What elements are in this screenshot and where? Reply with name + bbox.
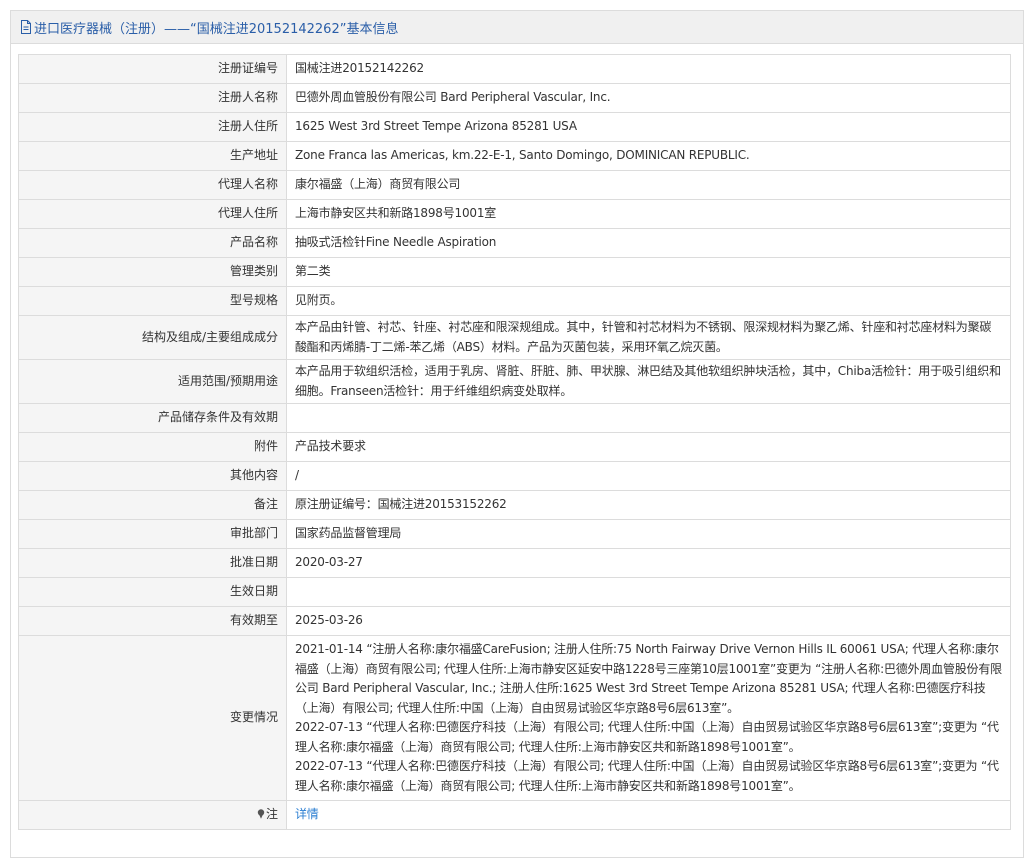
management-class-label: 管理类别 — [18, 257, 287, 287]
model-spec-value: 见附页。 — [286, 286, 1011, 316]
note-label-cell: 注 — [18, 800, 287, 830]
registration-number-label: 注册证编号 — [18, 54, 287, 84]
registrant-name-label: 注册人名称 — [18, 83, 287, 113]
table-row: 审批部门 国家药品监督管理局 — [18, 519, 1011, 549]
table-row: 生产地址 Zone Franca las Americas, km.22-E-1,… — [18, 141, 1011, 171]
table-row: 代理人名称 康尔福盛（上海）商贸有限公司 — [18, 170, 1011, 200]
approval-department-label: 审批部门 — [18, 519, 287, 549]
agent-address-value: 上海市静安区共和新路1898号1001室 — [286, 199, 1011, 229]
table-row: 型号规格 见附页。 — [18, 286, 1011, 316]
agent-name-value: 康尔福盛（上海）商贸有限公司 — [286, 170, 1011, 200]
agent-address-label: 代理人住所 — [18, 199, 287, 229]
production-address-label: 生产地址 — [18, 141, 287, 171]
other-content-label: 其他内容 — [18, 461, 287, 491]
product-name-label: 产品名称 — [18, 228, 287, 258]
change-history-value: 2021-01-14 “注册人名称:康尔福盛CareFusion; 注册人住所:… — [286, 635, 1011, 801]
change-history-entry: 2022-07-13 “代理人名称:巴德医疗科技（上海）有限公司; 代理人住所:… — [295, 720, 999, 754]
table-row: 代理人住所 上海市静安区共和新路1898号1001室 — [18, 199, 1011, 229]
change-history-entry: 2021-01-14 “注册人名称:康尔福盛CareFusion; 注册人住所:… — [295, 642, 1002, 715]
table-row: 产品储存条件及有效期 — [18, 403, 1011, 433]
expiry-date-label: 有效期至 — [18, 606, 287, 636]
model-spec-label: 型号规格 — [18, 286, 287, 316]
effective-date-value — [286, 577, 1011, 607]
remarks-value: 原注册证编号：国械注进20153152262 — [286, 490, 1011, 520]
table-row: 注 详情 — [18, 800, 1011, 830]
registrant-address-value: 1625 West 3rd Street Tempe Arizona 85281… — [286, 112, 1011, 142]
table-row: 结构及组成/主要组成成分 本产品由针管、衬芯、针座、衬芯座和限深规组成。其中，针管… — [18, 315, 1011, 360]
details-link[interactable]: 详情 — [295, 807, 319, 821]
page-title: 进口医疗器械（注册）——“国械注进20152142262”基本信息 — [34, 21, 399, 37]
note-value: 详情 — [286, 800, 1011, 830]
effective-date-label: 生效日期 — [18, 577, 287, 607]
registration-number-value: 国械注进20152142262 — [286, 54, 1011, 84]
info-table: 注册证编号 国械注进20152142262 注册人名称 巴德外周血管股份有限公司 Ba… — [18, 54, 1011, 830]
table-row: 变更情况 2021-01-14 “注册人名称:康尔福盛CareFusion; 注册… — [18, 635, 1011, 801]
approval-date-value: 2020-03-27 — [286, 548, 1011, 578]
expiry-date-value: 2025-03-26 — [286, 606, 1011, 636]
table-row: 附件 产品技术要求 — [18, 432, 1011, 462]
document-icon — [20, 20, 32, 34]
note-label: 注 — [265, 807, 278, 822]
table-row: 生效日期 — [18, 577, 1011, 607]
table-row: 产品名称 抽吸式活检针Fine Needle Aspiration — [18, 228, 1011, 258]
registration-info-panel: 进口医疗器械（注册）——“国械注进20152142262”基本信息 注册证编号国… — [10, 10, 1024, 858]
table-row: 有效期至 2025-03-26 — [18, 606, 1011, 636]
structure-composition-value: 本产品由针管、衬芯、针座、衬芯座和限深规组成。其中，针管和衬芯材料为不锈钢、限深… — [286, 315, 1011, 360]
table-row: 备注 原注册证编号：国械注进20153152262 — [18, 490, 1011, 520]
change-history-label: 变更情况 — [18, 635, 287, 801]
structure-composition-label: 结构及组成/主要组成成分 — [18, 315, 287, 360]
management-class-value: 第二类 — [286, 257, 1011, 287]
table-row: 适用范围/预期用途 本产品用于软组织活检，适用于乳房、肾脏、肝脏、肺、甲状腺、淋巴… — [18, 359, 1011, 404]
table-row: 注册人住所 1625 West 3rd Street Tempe Arizona … — [18, 112, 1011, 142]
agent-name-label: 代理人名称 — [18, 170, 287, 200]
attachment-label: 附件 — [18, 432, 287, 462]
table-row: 其他内容 / — [18, 461, 1011, 491]
remarks-label: 备注 — [18, 490, 287, 520]
registrant-name-value: 巴德外周血管股份有限公司 Bard Peripheral Vascular, I… — [286, 83, 1011, 113]
table-row: 注册证编号 国械注进20152142262 — [18, 54, 1011, 84]
scope-of-use-label: 适用范围/预期用途 — [18, 359, 287, 404]
storage-conditions-label: 产品储存条件及有效期 — [18, 403, 287, 433]
table-row: 注册人名称 巴德外周血管股份有限公司 Bard Peripheral Vascul… — [18, 83, 1011, 113]
other-content-value: / — [286, 461, 1011, 491]
approval-date-label: 批准日期 — [18, 548, 287, 578]
registrant-address-label: 注册人住所 — [18, 112, 287, 142]
change-history-entry: 2022-07-13 “代理人名称:巴德医疗科技（上海）有限公司; 代理人住所:… — [295, 759, 999, 793]
panel-header: 进口医疗器械（注册）——“国械注进20152142262”基本信息 — [11, 11, 1023, 44]
attachment-value: 产品技术要求 — [286, 432, 1011, 462]
scope-of-use-value: 本产品用于软组织活检，适用于乳房、肾脏、肝脏、肺、甲状腺、淋巴结及其他软组织肿块… — [286, 359, 1011, 404]
storage-conditions-value — [286, 403, 1011, 433]
table-row: 批准日期 2020-03-27 — [18, 548, 1011, 578]
production-address-value: Zone Franca las Americas, km.22-E-1, San… — [286, 141, 1011, 171]
pin-icon — [257, 806, 265, 820]
product-name-value: 抽吸式活检针Fine Needle Aspiration — [286, 228, 1011, 258]
approval-department-value: 国家药品监督管理局 — [286, 519, 1011, 549]
table-row: 管理类别 第二类 — [18, 257, 1011, 287]
